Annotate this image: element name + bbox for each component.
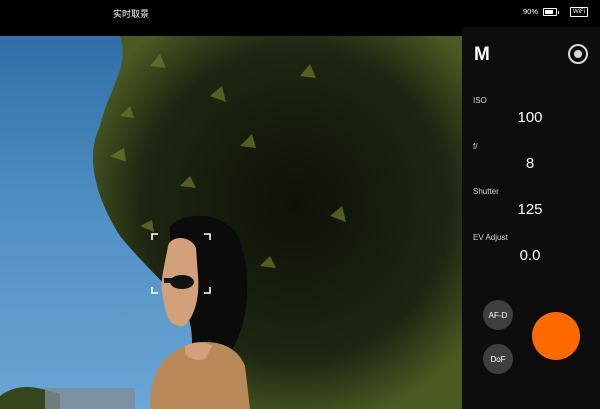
dof-preview-button[interactable]: DoF (483, 344, 513, 374)
battery-percent: 90% (523, 7, 539, 16)
iso-value[interactable]: 100 (500, 109, 560, 126)
shutter-button[interactable] (532, 312, 580, 360)
aperture-value[interactable]: 8 (500, 155, 560, 172)
focus-frame (151, 233, 211, 294)
battery-icon (543, 8, 559, 16)
shutter-label: Shutter (473, 187, 499, 196)
shutter-value[interactable]: 125 (500, 201, 560, 218)
aperture-label: f/ (473, 142, 478, 151)
app-title: 实时取景 (113, 9, 150, 19)
wifi-icon: WiFi (570, 7, 588, 17)
status-bar: 实时取景 90% WiFi (0, 0, 600, 27)
iso-label: ISO (473, 96, 487, 105)
live-view[interactable] (0, 36, 462, 409)
ev-value[interactable]: 0.0 (500, 247, 560, 264)
ev-label: EV Adjust (473, 233, 508, 242)
af-mode-button[interactable]: AF-D (483, 300, 513, 330)
control-panel (462, 27, 600, 409)
mode-indicator[interactable]: M (474, 44, 490, 66)
record-icon[interactable] (568, 44, 588, 64)
